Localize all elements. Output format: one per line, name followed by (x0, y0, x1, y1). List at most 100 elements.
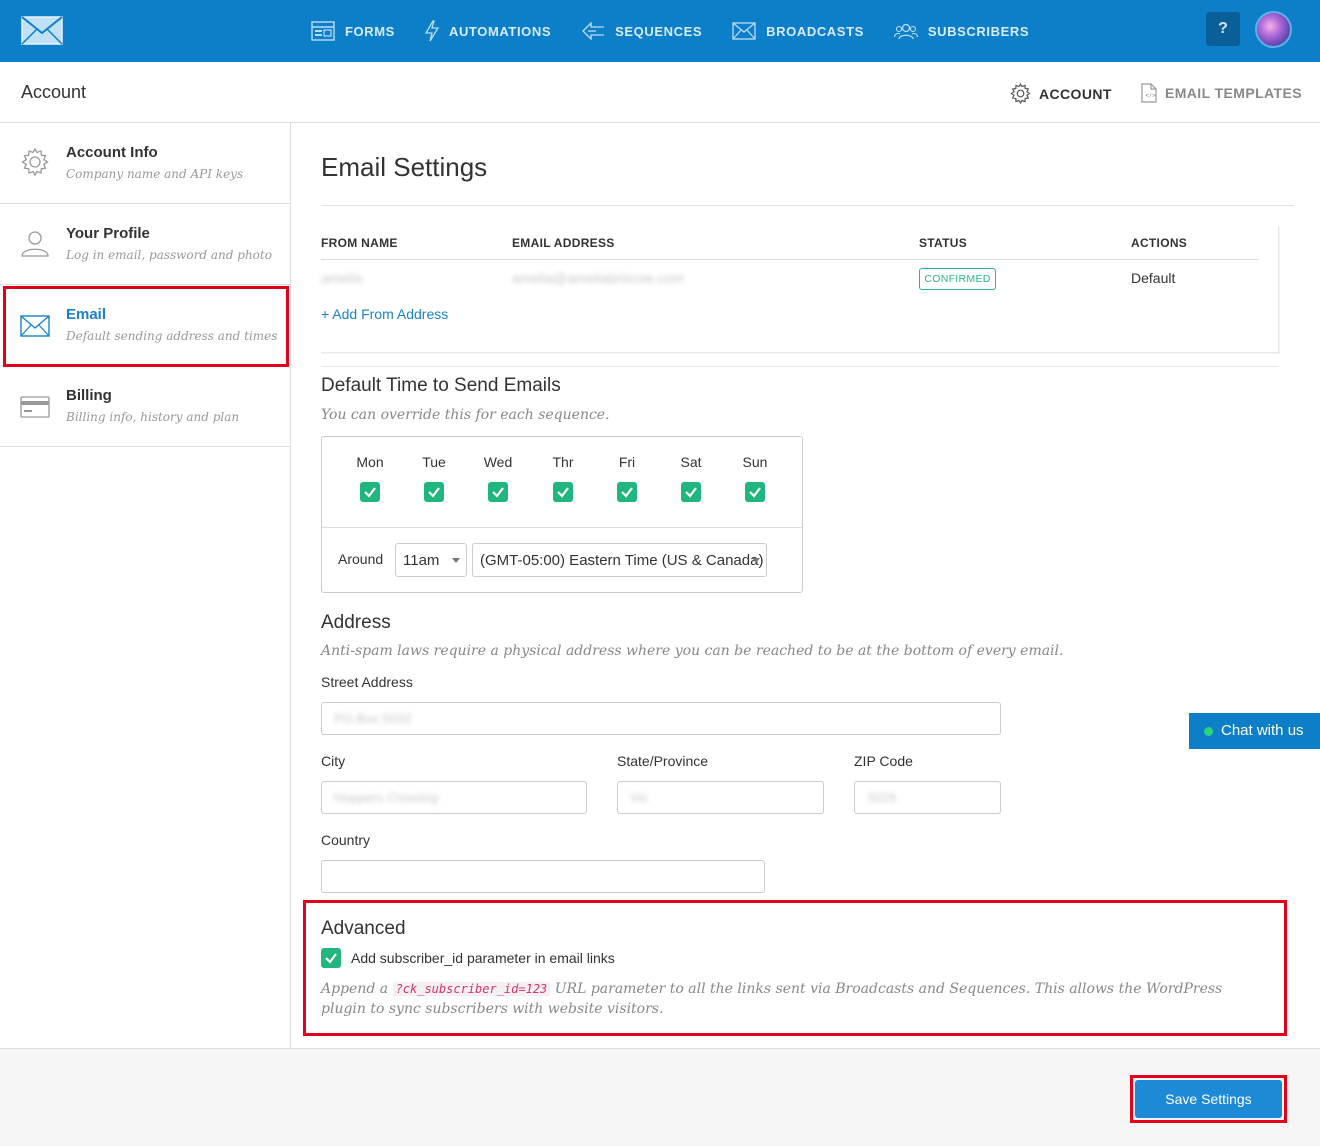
zip-value: 3029 (867, 790, 896, 805)
from-name-cell: amelia (321, 270, 363, 286)
send-days-panel: Mon Tue Wed Thr Fri Sat Sun Around 11am … (321, 436, 803, 593)
address-hint: Anti-spam laws require a physical addres… (321, 643, 1064, 659)
address-heading: Address (321, 612, 391, 633)
users-icon (893, 23, 918, 40)
sidebar-item-label: Your Profile (66, 225, 150, 242)
page-section-title: Account (21, 82, 87, 102)
sub-header: Account ACCOUNT </> EMAIL TEMPLATES (0, 62, 1320, 123)
day-checkbox-tue[interactable] (424, 482, 444, 502)
settings-sidebar: Account Info Company name and API keys Y… (0, 123, 291, 1048)
sidebar-item-your-profile[interactable]: Your Profile Log in email, password and … (0, 204, 290, 285)
sidebar-item-description: Billing info, history and plan (66, 410, 240, 424)
divider (321, 366, 1279, 367)
advanced-highlight-box (303, 900, 1287, 1036)
day-label-wed: Wed (483, 454, 513, 470)
nav-automations-label: AUTOMATIONS (448, 23, 552, 39)
table-header-divider (321, 259, 1259, 260)
checkmark-icon (749, 487, 761, 498)
nav-forms-label: FORMS (345, 23, 395, 39)
country-label: Country (321, 832, 371, 848)
street-address-label: Street Address (321, 674, 413, 690)
column-header-actions: ACTIONS (1131, 236, 1188, 250)
state-input[interactable]: Vic (617, 781, 824, 814)
divider (321, 205, 1294, 206)
logo-envelope-icon[interactable] (21, 16, 63, 45)
day-label-thr: Thr (552, 454, 574, 470)
user-avatar[interactable] (1255, 11, 1292, 48)
save-highlight-box (1130, 1075, 1287, 1123)
day-label-sun: Sun (742, 454, 768, 470)
gear-icon (1010, 83, 1031, 104)
country-input[interactable] (321, 860, 765, 893)
sidebar-item-description: Log in email, password and photo (66, 248, 272, 262)
user-icon (21, 231, 49, 257)
online-status-dot (1204, 727, 1213, 736)
nav-broadcasts[interactable]: BROADCASTS (732, 22, 864, 40)
chat-label: Chat with us (1221, 722, 1304, 739)
send-time-hint: You can override this for each sequence. (321, 407, 610, 423)
day-checkbox-thr[interactable] (553, 482, 573, 502)
sidebar-item-description: Company name and API keys (66, 167, 244, 181)
zip-label: ZIP Code (854, 753, 913, 769)
status-badge: CONFIRMED (919, 268, 996, 290)
forms-icon (311, 21, 335, 41)
page-title: Email Settings (321, 152, 488, 182)
divider (322, 527, 802, 528)
day-label-mon: Mon (356, 454, 384, 470)
chat-with-us-button[interactable]: Chat with us (1189, 713, 1320, 749)
document-icon: </> (1141, 83, 1157, 103)
top-nav-bar: FORMS AUTOMATIONS SEQUENCES BROADCASTS S… (0, 0, 1320, 62)
nav-forms[interactable]: FORMS (311, 21, 395, 41)
chevron-down-icon (752, 558, 760, 563)
account-link[interactable]: ACCOUNT (1010, 83, 1112, 104)
checkmark-icon (428, 487, 440, 498)
chevron-down-icon (452, 558, 460, 563)
checkmark-icon (621, 487, 633, 498)
day-checkbox-fri[interactable] (617, 482, 637, 502)
timezone-select[interactable]: (GMT-05:00) Eastern Time (US & Canada) (472, 543, 767, 577)
lightning-icon (424, 20, 439, 42)
sidebar-item-label: Account Info (66, 144, 158, 161)
svg-text:</>: </> (1145, 93, 1156, 99)
email-templates-link[interactable]: </> EMAIL TEMPLATES (1141, 83, 1302, 103)
state-label: State/Province (617, 753, 709, 769)
send-time-heading: Default Time to Send Emails (321, 375, 561, 396)
day-checkbox-sat[interactable] (681, 482, 701, 502)
checkmark-icon (492, 487, 504, 498)
checkmark-icon (685, 487, 697, 498)
day-label-sat: Sat (680, 454, 702, 470)
nav-sequences[interactable]: SEQUENCES (581, 22, 702, 40)
zip-input[interactable]: 3029 (854, 781, 1001, 814)
send-time-select[interactable]: 11am (395, 543, 467, 577)
footer-bar (0, 1048, 1320, 1146)
default-action-cell[interactable]: Default (1131, 270, 1175, 286)
nav-sequences-label: SEQUENCES (615, 23, 703, 39)
day-label-fri: Fri (618, 454, 636, 470)
day-checkbox-mon[interactable] (360, 482, 380, 502)
send-time-value: 11am (403, 552, 440, 569)
gear-icon (21, 147, 49, 177)
city-label: City (321, 753, 346, 769)
help-button[interactable]: ? (1206, 12, 1240, 46)
column-header-email: EMAIL ADDRESS (512, 236, 615, 250)
nav-automations[interactable]: AUTOMATIONS (424, 20, 552, 42)
city-input[interactable]: Hoppers Crossing (321, 781, 587, 814)
column-header-from-name: FROM NAME (321, 236, 398, 250)
day-checkbox-sun[interactable] (745, 482, 765, 502)
email-address-cell: amelia@ameliabriscoe.com (512, 270, 685, 286)
nav-subscribers[interactable]: SUBSCRIBERS (893, 22, 1029, 40)
nav-broadcasts-label: BROADCASTS (766, 23, 864, 39)
sidebar-item-account-info[interactable]: Account Info Company name and API keys (0, 123, 290, 204)
checkmark-icon (364, 487, 376, 498)
add-from-address-link[interactable]: + Add From Address (321, 306, 448, 322)
state-value: Vic (630, 790, 648, 805)
sidebar-item-label: Billing (66, 387, 112, 404)
street-address-value: PO Box 5032 (334, 711, 412, 726)
around-label: Around (338, 551, 384, 567)
sidebar-item-billing[interactable]: Billing Billing info, history and plan (0, 366, 290, 447)
city-value: Hoppers Crossing (334, 790, 439, 805)
main-nav: FORMS AUTOMATIONS SEQUENCES BROADCASTS S… (311, 0, 1059, 62)
account-link-label: ACCOUNT (1039, 85, 1112, 102)
street-address-input[interactable]: PO Box 5032 (321, 702, 1001, 735)
day-checkbox-wed[interactable] (488, 482, 508, 502)
